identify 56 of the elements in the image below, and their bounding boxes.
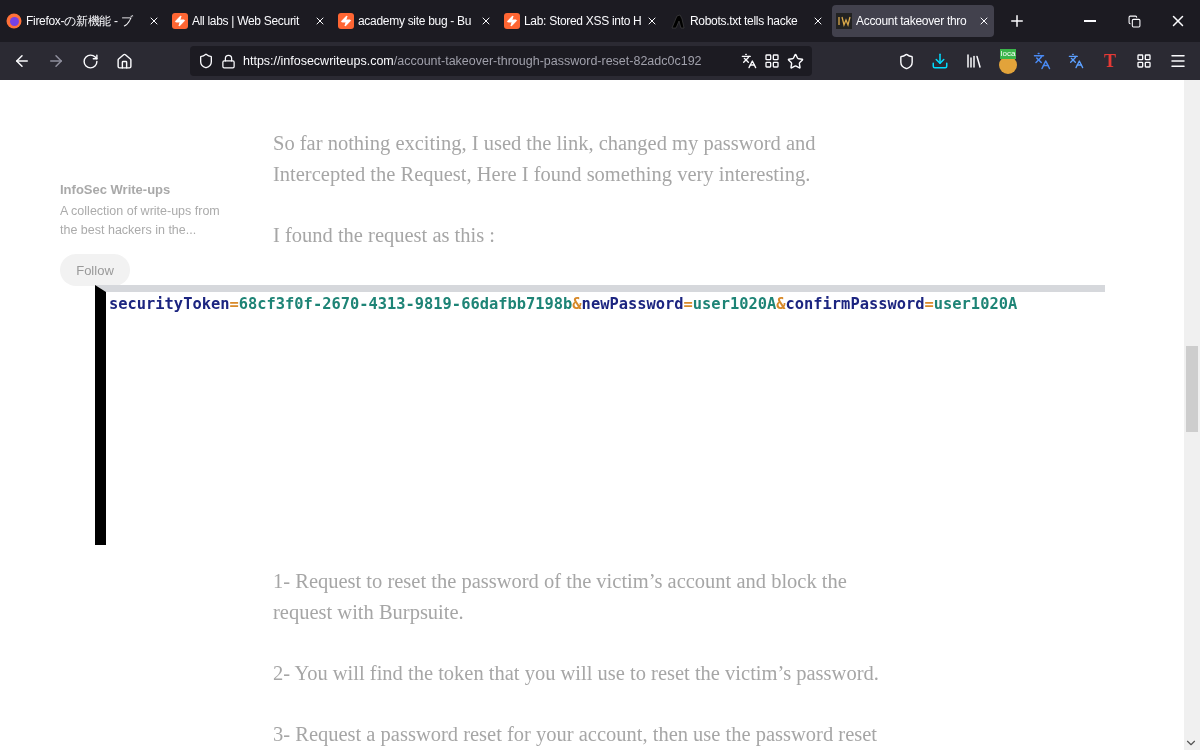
shield-icon	[897, 52, 915, 70]
close-icon[interactable]	[646, 15, 658, 27]
article-paragraph: So far nothing exciting, I used the link, changed my password and Intercepted the Request, Here I found something very interesting.	[273, 131, 817, 188]
request-screenshot[interactable]: securityToken=68cf3f0f-2670-4313-9819-66dafbb7198b&newPassword=user1020A&confirmPassword=user1020A	[95, 285, 1105, 545]
reload-icon	[81, 52, 99, 70]
publication-description: A collection of write-ups from the best hackers in the...	[60, 203, 221, 239]
tab-title: Lab: Stored XSS into H	[524, 14, 642, 28]
tab-title: academy site bug - Bu	[358, 14, 473, 28]
grid-icon[interactable]	[764, 53, 780, 69]
star-icon[interactable]	[787, 52, 804, 70]
tab-title: Account takeover thro	[856, 14, 968, 28]
article-paragraph: 3- Request a password reset for your account, then use the password reset	[273, 722, 878, 748]
library-icon	[965, 52, 983, 70]
translate-icon[interactable]	[741, 53, 757, 69]
article-paragraph: I found the request as this :	[273, 223, 497, 249]
browser-tab[interactable]: Robots.txt tells hacke	[666, 5, 828, 37]
tab-title: Firefox-の新機能 - ブ	[26, 12, 134, 30]
request-body-text: securityToken=68cf3f0f-2670-4313-9819-66dafbb7198b&newPassword=user1020A&confirmPassword=user1020A	[108, 294, 1019, 313]
lightning-icon	[338, 13, 354, 29]
restore-icon	[1127, 14, 1141, 28]
lightning-icon	[504, 13, 520, 29]
close-icon[interactable]	[148, 15, 160, 27]
url-text: https://infosecwriteups.com/account-takeover-through-password-reset-82adc0c192	[243, 54, 703, 68]
back-icon	[13, 52, 31, 70]
translate-icon	[1033, 52, 1051, 70]
article-paragraph: 2- You will find the token that you will use to reset the victim’s password.	[273, 661, 879, 687]
browser-tab[interactable]: Account takeover thro	[832, 5, 994, 37]
close-icon[interactable]	[480, 15, 492, 27]
address-bar[interactable]: https://infosecwriteups.com/account-takeover-through-password-reset-82adc0c192	[190, 46, 812, 76]
shield-icon[interactable]	[198, 53, 214, 69]
lock-icon[interactable]	[221, 53, 236, 69]
close-icon[interactable]	[978, 15, 990, 27]
browser-tab[interactable]: academy site bug - Bu	[334, 5, 496, 37]
grid-icon	[1136, 53, 1152, 69]
translate-icon	[1068, 53, 1084, 69]
plus-icon	[1008, 12, 1026, 30]
browser-tab[interactable]: All labs | Web Securit	[168, 5, 330, 37]
publication-name: InfoSec Write-ups	[60, 182, 172, 197]
home-icon	[115, 52, 133, 70]
scrollbar-thumb[interactable]	[1186, 346, 1198, 432]
browser-tab[interactable]: Firefox-の新機能 - ブ	[2, 5, 164, 37]
menu-icon	[1169, 52, 1187, 70]
forward-icon	[47, 52, 65, 70]
minimize-icon	[1084, 20, 1096, 22]
close-icon[interactable]	[314, 15, 326, 27]
download-icon	[931, 52, 949, 70]
scrollbar[interactable]	[1184, 80, 1200, 750]
firefox-icon	[6, 13, 22, 29]
figure-icon	[670, 13, 686, 29]
lightning-icon	[172, 13, 188, 29]
close-icon[interactable]	[812, 15, 824, 27]
article-paragraph: 1- Request to reset the password of the victim’s account and block the request with Burpsuite.	[273, 569, 848, 626]
logo-icon	[836, 13, 852, 29]
browser-tab[interactable]: Lab: Stored XSS into H	[500, 5, 662, 37]
tab-title: All labs | Web Securit	[192, 14, 301, 28]
tab-title: Robots.txt tells hacke	[690, 14, 799, 28]
